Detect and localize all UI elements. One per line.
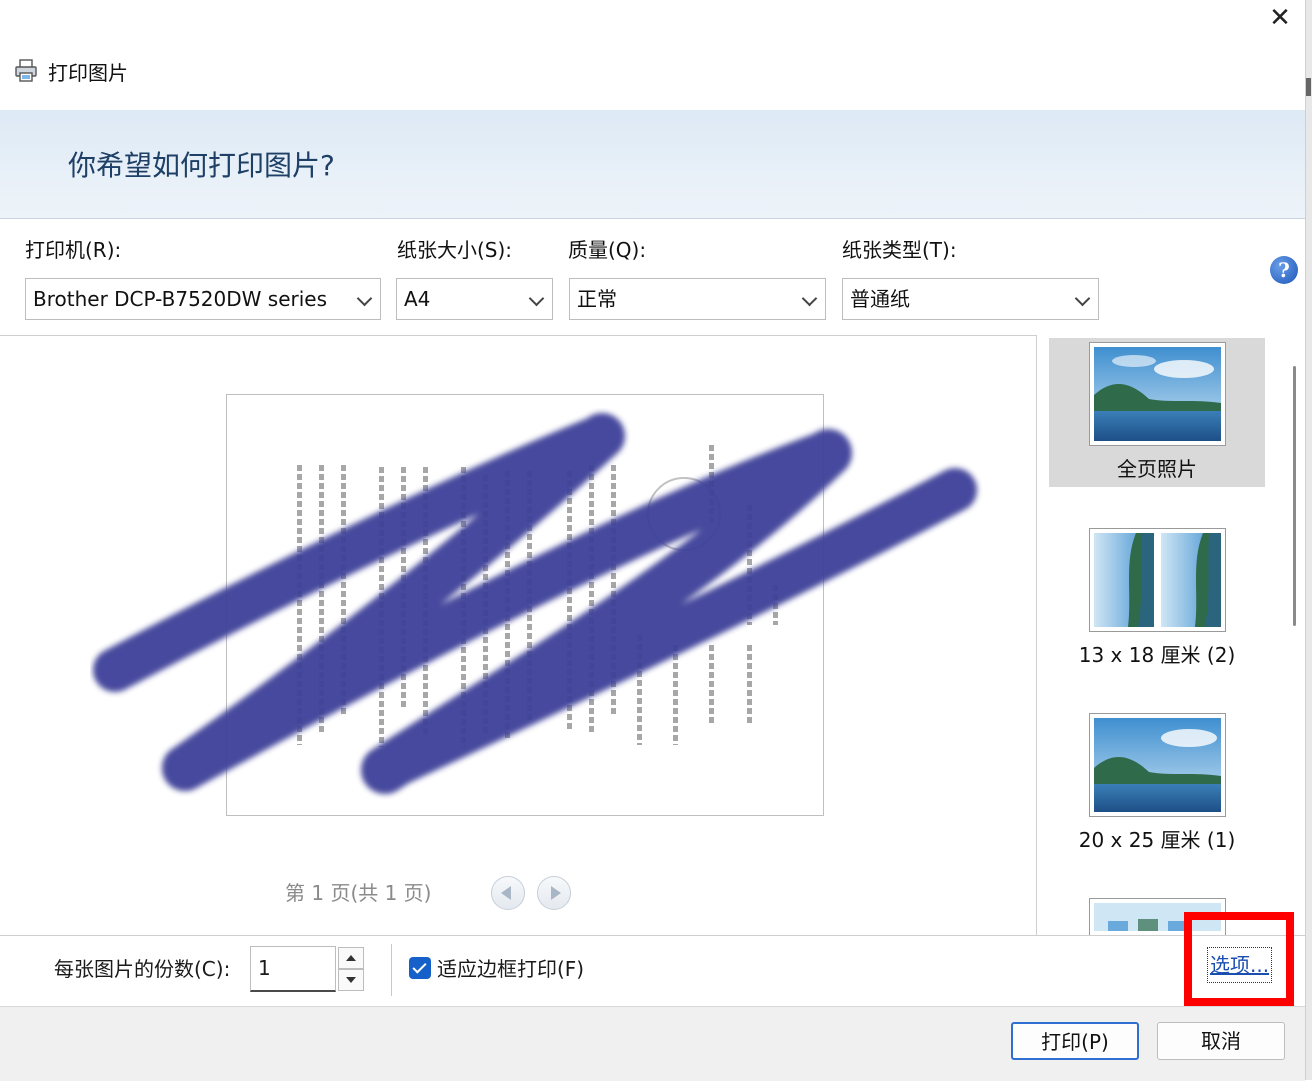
- fit-to-frame-checkbox[interactable]: [409, 957, 431, 979]
- copies-decrement-button[interactable]: [338, 969, 364, 991]
- printer-icon: [14, 58, 40, 84]
- layout-label: 20 x 25 厘米 (1): [1078, 828, 1236, 852]
- cancel-button[interactable]: 取消: [1157, 1022, 1285, 1060]
- quality-select[interactable]: 正常: [569, 278, 826, 320]
- quality-select-value: 正常: [577, 287, 617, 311]
- paper-size-select-value: A4: [404, 287, 431, 311]
- chevron-down-icon: [356, 290, 373, 307]
- highlight-annotation: [1184, 912, 1294, 1006]
- paper-type-select-value: 普通纸: [850, 287, 910, 311]
- paper-size-label: 纸张大小(S):: [397, 238, 513, 262]
- printer-select-value: Brother DCP-B7520DW series: [33, 287, 328, 311]
- layout-label: 全页照片: [1117, 457, 1197, 481]
- close-icon[interactable]: ✕: [1262, 2, 1298, 34]
- copies-increment-button[interactable]: [338, 947, 364, 969]
- page-indicator: 第 1 页(共 1 页): [285, 881, 432, 905]
- printer-label: 打印机(R):: [25, 238, 122, 262]
- next-page-button[interactable]: [537, 876, 571, 910]
- quality-label: 质量(Q):: [568, 238, 647, 262]
- scribble-redaction: [93, 413, 977, 794]
- print-button[interactable]: 打印(P): [1011, 1022, 1139, 1060]
- arrow-left-icon: [501, 886, 511, 900]
- help-icon[interactable]: ?: [1270, 256, 1298, 284]
- 20x25-thumbnail: [1089, 713, 1226, 817]
- bottom-separator: [391, 944, 392, 996]
- chevron-down-icon: [528, 290, 545, 307]
- spin-up-icon: [346, 955, 356, 961]
- spin-down-icon: [346, 977, 356, 983]
- copies-label: 每张图片的份数(C):: [54, 957, 231, 981]
- previous-page-button[interactable]: [491, 876, 525, 910]
- window-edge-mark: [1306, 78, 1311, 96]
- window-right-edge: [1305, 0, 1312, 1080]
- chevron-down-icon: [801, 290, 818, 307]
- arrow-right-icon: [551, 886, 561, 900]
- chevron-down-icon: [1074, 290, 1091, 307]
- copies-input[interactable]: 1: [250, 946, 336, 992]
- paper-size-select[interactable]: A4: [396, 278, 553, 320]
- window-title: 打印图片: [48, 61, 128, 85]
- layout-label: 13 x 18 厘米 (2): [1078, 643, 1236, 667]
- 13x18-thumbnail: [1089, 528, 1226, 632]
- full-page-thumbnail: [1089, 342, 1226, 446]
- paper-type-label: 纸张类型(T):: [842, 238, 957, 262]
- paper-type-select[interactable]: 普通纸: [842, 278, 1099, 320]
- fit-to-frame-label[interactable]: 适应边框打印(F): [437, 954, 584, 984]
- layout-list-scrollbar[interactable]: [1293, 366, 1296, 626]
- banner-heading: 你希望如何打印图片?: [68, 149, 335, 182]
- printer-select[interactable]: Brother DCP-B7520DW series: [25, 278, 381, 320]
